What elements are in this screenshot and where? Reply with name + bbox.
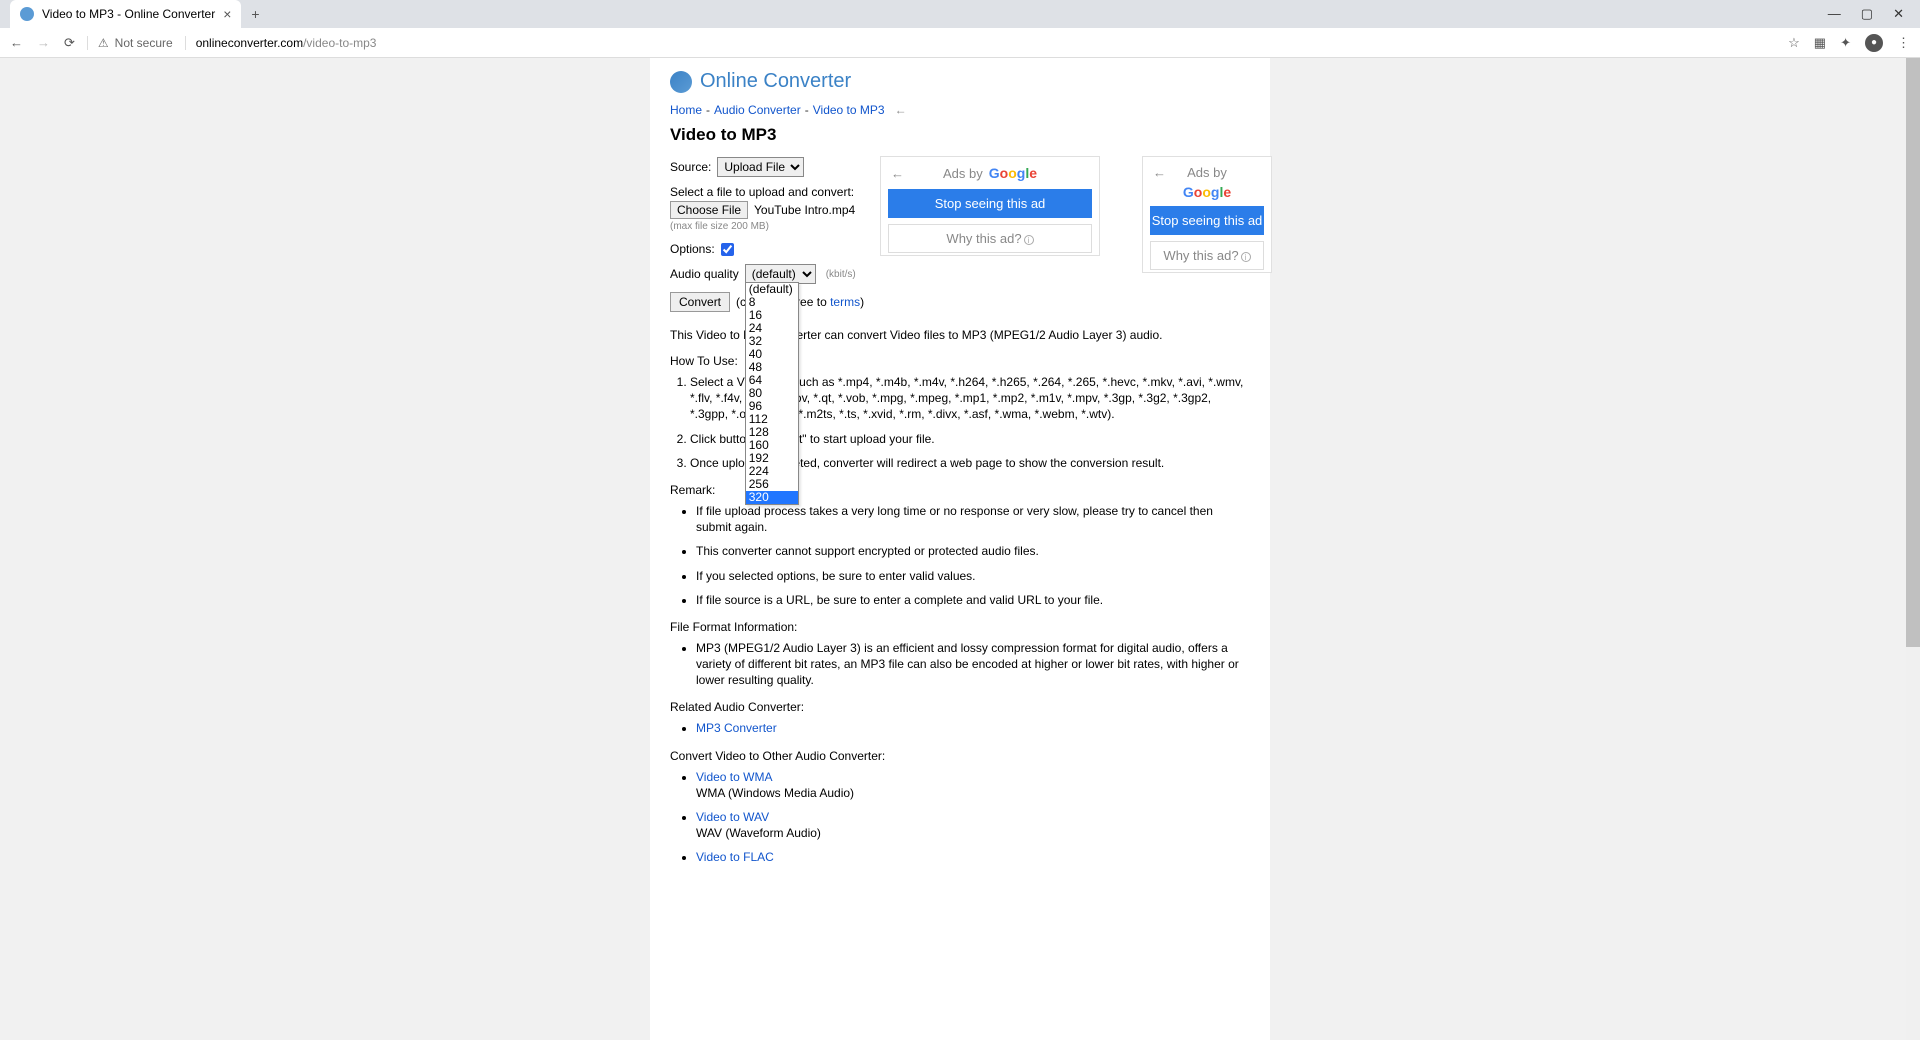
other-list: Video to WMAWMA (Windows Media Audio)Vid… <box>670 769 1250 866</box>
ad-back-icon[interactable]: ← <box>1153 165 1166 180</box>
related-link[interactable]: MP3 Converter <box>696 721 777 735</box>
extensions-icon[interactable]: ✦ <box>1840 35 1851 51</box>
security-indicator[interactable]: ⚠ Not secure <box>87 36 173 50</box>
select-file-label: Select a file to upload and convert: <box>670 185 854 199</box>
ad-back-icon[interactable]: ← <box>891 166 904 181</box>
star-icon[interactable]: ☆ <box>1788 35 1800 51</box>
browser-chrome: Video to MP3 - Online Converter × + — ▢ … <box>0 0 1920 58</box>
quality-select[interactable]: (default) <box>745 264 816 284</box>
maximize-button[interactable]: ▢ <box>1861 6 1873 22</box>
remark-list: If file upload process takes a very long… <box>670 503 1250 608</box>
menu-icon[interactable]: ⋮ <box>1897 35 1910 51</box>
minimize-button[interactable]: — <box>1828 6 1841 22</box>
ad-by-label: Ads by <box>943 166 983 181</box>
security-label: Not secure <box>115 36 173 50</box>
logo-text: Online Converter <box>700 70 851 93</box>
scrollbar-thumb[interactable] <box>1906 58 1920 647</box>
back-button[interactable]: ← <box>10 35 23 51</box>
close-window-button[interactable]: ✕ <box>1893 6 1904 22</box>
options-label: Options: <box>670 242 715 256</box>
format-label: File Format Information: <box>670 620 1250 634</box>
ad-why-button[interactable]: Why this ad?i <box>1150 241 1264 270</box>
tab-title: Video to MP3 - Online Converter <box>42 7 215 21</box>
tab-bar: Video to MP3 - Online Converter × + — ▢ … <box>0 0 1920 28</box>
other-label: Convert Video to Other Audio Converter: <box>670 749 1250 763</box>
url-path: /video-to-mp3 <box>303 36 376 50</box>
kbits-hint: (kbit/s) <box>826 269 856 280</box>
info-icon: i <box>1024 235 1034 245</box>
choose-file-button[interactable]: Choose File <box>670 201 748 219</box>
profile-avatar[interactable]: ● <box>1865 34 1883 52</box>
breadcrumb-back-icon[interactable]: ← <box>895 103 907 117</box>
forward-button[interactable]: → <box>37 35 50 51</box>
ad-stop-button[interactable]: Stop seeing this ad <box>888 189 1092 218</box>
site-logo[interactable]: Online Converter <box>670 70 1250 93</box>
list-item: This converter cannot support encrypted … <box>696 543 1250 559</box>
window-controls: — ▢ ✕ <box>1828 6 1920 22</box>
convert-button[interactable]: Convert <box>670 292 730 312</box>
scrollbar[interactable] <box>1906 58 1920 1040</box>
selected-filename: YouTube Intro.mp4 <box>754 203 855 217</box>
related-list: MP3 Converter <box>670 720 1250 736</box>
quality-label: Audio quality <box>670 267 739 281</box>
quality-dropdown-list: (default)8162432404864809611212816019222… <box>745 282 799 505</box>
url-bar[interactable]: onlineconverter.com/video-to-mp3 <box>185 36 377 50</box>
list-item: If file upload process takes a very long… <box>696 503 1250 535</box>
format-info-list: MP3 (MPEG1/2 Audio Layer 3) is an effici… <box>670 640 1250 689</box>
source-select[interactable]: Upload File <box>717 157 804 177</box>
breadcrumb-home[interactable]: Home <box>670 103 702 117</box>
ad-block-left: ← Ads by Google Stop seeing this ad Why … <box>880 156 1100 256</box>
info-icon: i <box>1241 252 1251 262</box>
close-tab-icon[interactable]: × <box>223 6 231 22</box>
warning-icon: ⚠ <box>98 36 109 50</box>
url-host: onlineconverter.com <box>196 36 303 50</box>
terms-link[interactable]: terms <box>830 295 860 309</box>
ad-why-button[interactable]: Why this ad?i <box>888 224 1092 253</box>
browser-toolbar: ← → ⟳ ⚠ Not secure onlineconverter.com/v… <box>0 28 1920 58</box>
breadcrumb-audio[interactable]: Audio Converter <box>714 103 801 117</box>
list-item: Video to FLAC <box>696 849 1250 865</box>
format-info: MP3 (MPEG1/2 Audio Layer 3) is an effici… <box>696 640 1250 689</box>
other-link[interactable]: Video to WMA <box>696 770 772 784</box>
related-label: Related Audio Converter: <box>670 700 1250 714</box>
new-tab-button[interactable]: + <box>241 4 269 24</box>
other-link[interactable]: Video to WAV <box>696 810 769 824</box>
reload-button[interactable]: ⟳ <box>64 35 75 51</box>
browser-tab[interactable]: Video to MP3 - Online Converter × <box>10 0 241 28</box>
nav-arrows: ← → ⟳ <box>10 35 75 51</box>
page-title: Video to MP3 <box>670 125 1250 145</box>
other-link[interactable]: Video to FLAC <box>696 850 774 864</box>
ad-stop-button[interactable]: Stop seeing this ad <box>1150 206 1264 235</box>
list-item: If you selected options, be sure to ente… <box>696 568 1250 584</box>
ad-by-label: Ads by <box>1187 165 1227 180</box>
favicon-icon <box>20 7 34 21</box>
quality-option[interactable]: 320 <box>746 491 798 504</box>
source-label: Source: <box>670 160 711 174</box>
google-logo: Google <box>989 165 1037 181</box>
list-item: Video to WMAWMA (Windows Media Audio) <box>696 769 1250 801</box>
options-checkbox[interactable] <box>721 243 734 256</box>
list-item: MP3 Converter <box>696 720 1250 736</box>
extension-icon-1[interactable]: ▦ <box>1814 35 1826 51</box>
list-item: If file source is a URL, be sure to ente… <box>696 592 1250 608</box>
ad-block-right: ← Ads by Google Stop seeing this ad Why … <box>1142 156 1272 273</box>
list-item: Video to WAVWAV (Waveform Audio) <box>696 809 1250 841</box>
page-body: Online Converter Home - Audio Converter … <box>0 58 1920 1040</box>
breadcrumb: Home - Audio Converter - Video to MP3 ← <box>670 103 1250 117</box>
breadcrumb-current[interactable]: Video to MP3 <box>813 103 885 117</box>
logo-icon <box>670 71 692 93</box>
